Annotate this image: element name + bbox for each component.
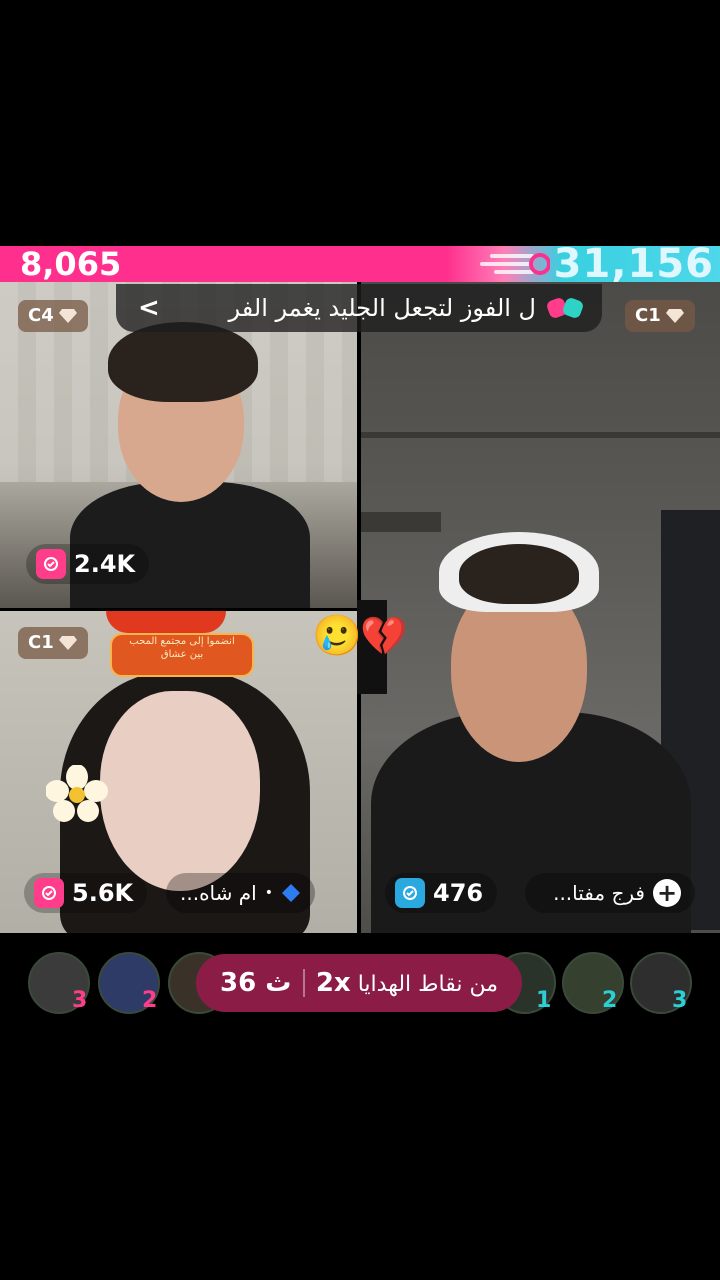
gift-icon: [34, 878, 64, 908]
flower-icon: [46, 765, 108, 822]
person-hair: [108, 322, 258, 402]
gift-count[interactable]: 5.6K: [24, 873, 148, 913]
badge-label: C4: [28, 305, 54, 326]
diamond-icon: [58, 636, 77, 650]
gift-count-value: 5.6K: [72, 879, 134, 907]
badge-label: C1: [635, 305, 661, 326]
rank-number: 2: [142, 988, 158, 1013]
right-team-score: 31,156: [553, 241, 714, 287]
left-team-score: 8,065: [20, 245, 122, 283]
banner-text: ل الفوز لتجعل الجليد يغمر الفر: [228, 294, 537, 322]
gloves-icon: [547, 298, 583, 318]
guest-name-tag[interactable]: • ام شاه...: [166, 873, 315, 913]
curtain-rod: [361, 512, 441, 532]
guest-tile-3[interactable]: C1 476 + فرج مفتا...: [361, 282, 720, 933]
gift-count[interactable]: 2.4K: [26, 544, 150, 584]
speed-lines-icon: [480, 253, 550, 275]
diamond-icon: [665, 309, 684, 323]
countdown-timer: 36 ث: [220, 968, 292, 998]
gift-count[interactable]: 476: [385, 873, 498, 913]
announcement-banner[interactable]: < ل الفوز لتجعل الجليد يغمر الفر: [116, 284, 602, 332]
chevron-left-icon[interactable]: <: [138, 293, 160, 323]
hat-decoration: [106, 611, 226, 633]
gift-multiplier-timer: 36 ث من نقاط الهدايا 2x: [196, 954, 522, 1012]
guest-tile-2[interactable]: انضموا إلى مجتمع المحب بين عشاق C1 5.6K …: [0, 611, 357, 933]
broken-heart-emoji: 💔: [360, 614, 408, 658]
guest-name-tag[interactable]: + فرج مفتا...: [525, 873, 695, 913]
crying-emoji: 🥲: [312, 613, 362, 659]
level-badge: C1: [625, 300, 695, 332]
badge-label: C1: [28, 632, 54, 653]
person-hair: [459, 544, 579, 604]
rank-number: 3: [72, 988, 88, 1013]
multiplier-value: 2x: [315, 968, 351, 998]
level-badge: C4: [18, 300, 88, 332]
rank-number: 1: [536, 988, 552, 1013]
rank-number: 2: [602, 988, 618, 1013]
plus-icon[interactable]: +: [653, 879, 681, 907]
gift-count-value: 476: [433, 879, 484, 907]
level-badge: C1: [18, 627, 88, 659]
guest-name: ام شاه...: [180, 881, 257, 905]
sticker-line-1: انضموا إلى مجتمع المحب: [129, 636, 235, 647]
ceiling-line: [361, 432, 720, 438]
divider: [302, 969, 305, 997]
diamond-icon: [58, 309, 77, 323]
dot-separator: •: [264, 885, 273, 901]
filter-sticker: انضموا إلى مجتمع المحب بين عشاق: [110, 633, 254, 677]
multiplier-text: من نقاط الهدايا: [357, 972, 498, 997]
sticker-line-2: بين عشاق: [160, 649, 204, 660]
gift-count-value: 2.4K: [74, 550, 136, 578]
diamond-icon: [281, 884, 300, 902]
gift-icon: [395, 878, 425, 908]
guest-name: فرج مفتا...: [553, 881, 645, 905]
gift-icon: [36, 549, 66, 579]
person-face: [100, 691, 260, 891]
multiplier-label: من نقاط الهدايا 2x: [316, 968, 498, 998]
rank-number: 3: [672, 988, 688, 1013]
